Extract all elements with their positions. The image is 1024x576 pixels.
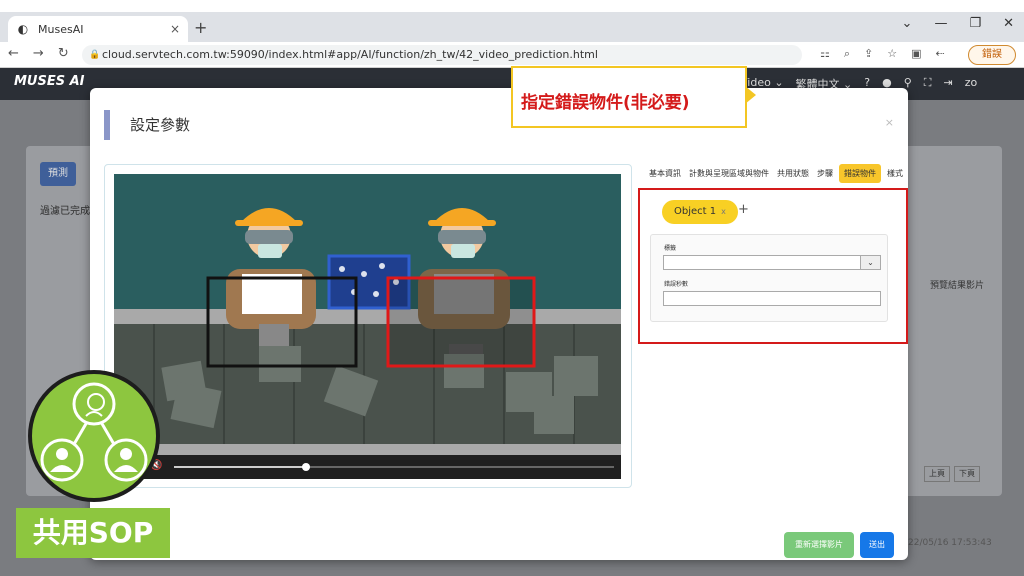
sidebar-icon[interactable]: ▣ <box>911 47 921 61</box>
reload-icon[interactable]: ↻ <box>58 46 69 61</box>
address-bar-row: ← → ↻ 🔒 cloud.servtech.com.tw:59090/inde… <box>0 42 1024 68</box>
progress-track[interactable] <box>174 463 614 471</box>
background-timestamp: 22/05/16 17:53:43 <box>908 538 992 548</box>
progress-knob[interactable] <box>302 463 310 471</box>
tab-search-icon[interactable]: ⌄ <box>902 16 913 31</box>
back-icon[interactable]: ← <box>8 46 19 61</box>
lock-icon: 🔒 <box>89 50 101 60</box>
tab-title: MusesAI <box>38 22 84 36</box>
shared-sop-icon <box>28 370 160 502</box>
new-tab-button[interactable]: + <box>194 18 207 37</box>
user-name: zo <box>964 76 978 89</box>
object-tag-close-icon[interactable]: x <box>721 207 726 216</box>
url-text: cloud.servtech.com.tw:59090/index.html#a… <box>102 48 598 61</box>
nav-buttons: ← → ↻ <box>8 46 69 61</box>
background-column-header: 預覽結果影片 <box>930 281 985 291</box>
window-controls: ⌄ — ❐ ✕ <box>902 16 1014 31</box>
tab-error-objects[interactable]: 錯誤物件 <box>839 164 881 183</box>
video-frame-image <box>114 174 621 455</box>
zoom-icon[interactable]: ⌕ <box>844 47 850 61</box>
object-tag-label: Object 1 <box>674 206 717 217</box>
add-object-button[interactable]: + <box>738 202 749 217</box>
label-field-label: 標籤 <box>664 245 677 252</box>
restore-icon[interactable]: ❐ <box>969 16 981 31</box>
browser-tools: ⚏ ⌕ ⇪ ☆ ▣ ⇠ <box>820 47 945 61</box>
error-object-form: 標籤 ⌄ 錯誤秒數 <box>650 234 888 322</box>
forward-icon[interactable]: → <box>33 46 44 61</box>
error-seconds-input[interactable] <box>663 291 881 306</box>
favicon-icon: ◐ <box>17 22 29 36</box>
translate-icon[interactable]: ⚏ <box>820 47 830 61</box>
modal-close-icon[interactable]: × <box>885 116 894 129</box>
url-field[interactable]: 🔒 cloud.servtech.com.tw:59090/index.html… <box>82 45 802 65</box>
screenshot-frame: ◐ MusesAI × + ⌄ — ❐ ✕ ← → ↻ 🔒 cloud.serv… <box>0 0 1024 576</box>
tab-steps[interactable]: 步驟 <box>815 164 835 183</box>
history-icon[interactable]: ⇠ <box>936 47 945 61</box>
prev-page-button[interactable]: 上頁 <box>924 466 950 482</box>
filter-text: 過濾已完成 <box>40 206 90 217</box>
browser-tab[interactable]: ◐ MusesAI × <box>8 16 188 42</box>
callout-pointer <box>745 86 756 104</box>
share-icon[interactable]: ⇪ <box>864 47 873 61</box>
modal-tabs: 基本資訊 計數與呈現區域與物件 共用狀態 步驟 錯誤物件 樣式 <box>647 164 905 183</box>
video-container: 🔇 <box>104 164 632 488</box>
fullscreen-icon[interactable]: ⛶ <box>924 76 932 92</box>
video-player[interactable]: 🔇 <box>114 174 621 479</box>
browser-tab-bar: ◐ MusesAI × + ⌄ — ❐ ✕ <box>0 12 1024 42</box>
bookmark-star-icon[interactable]: ☆ <box>887 47 897 61</box>
predict-button[interactable]: 預測 <box>40 162 76 186</box>
minimize-icon[interactable]: — <box>934 16 947 31</box>
tab-shared-state[interactable]: 共用狀態 <box>775 164 811 183</box>
error-button[interactable]: 錯誤 <box>968 45 1016 65</box>
sop-people-icon <box>40 382 148 482</box>
shared-sop-label: 共用SOP <box>16 508 170 558</box>
pager: 上頁 下頁 <box>924 466 980 482</box>
window-close-icon[interactable]: ✕ <box>1003 16 1014 31</box>
label-select[interactable]: ⌄ <box>663 255 881 270</box>
tab-close-icon[interactable]: × <box>170 22 180 36</box>
object-tag[interactable]: Object 1 x <box>662 200 738 224</box>
tab-basic-info[interactable]: 基本資訊 <box>647 164 683 183</box>
modal-title: 設定參數 <box>104 110 190 140</box>
callout-text: 指定錯誤物件(非必要) <box>521 93 690 113</box>
submit-button[interactable]: 送出 <box>860 532 894 558</box>
video-controls: 🔇 <box>114 455 621 479</box>
chevron-down-icon: ⌄ <box>860 256 880 269</box>
error-object-panel: Object 1 x + 標籤 ⌄ 錯誤秒數 <box>638 188 908 344</box>
app-logo: MUSES AI <box>14 74 85 89</box>
tab-count-region[interactable]: 計數與呈現區域與物件 <box>687 164 771 183</box>
callout-box: 指定錯誤物件(非必要) <box>511 66 747 128</box>
next-page-button[interactable]: 下頁 <box>954 466 980 482</box>
logout-icon[interactable]: ⇥ <box>943 76 952 92</box>
reselect-video-button[interactable]: 重新選擇影片 <box>784 532 854 558</box>
progress-fill <box>174 466 306 468</box>
settings-modal: 設定參數 × 🔇 基本資訊 計數與呈現區域與物件 共用狀態 步驟 錯誤物件 樣式… <box>90 88 908 560</box>
error-seconds-label: 錯誤秒數 <box>664 281 689 288</box>
tab-style[interactable]: 樣式 <box>885 164 905 183</box>
